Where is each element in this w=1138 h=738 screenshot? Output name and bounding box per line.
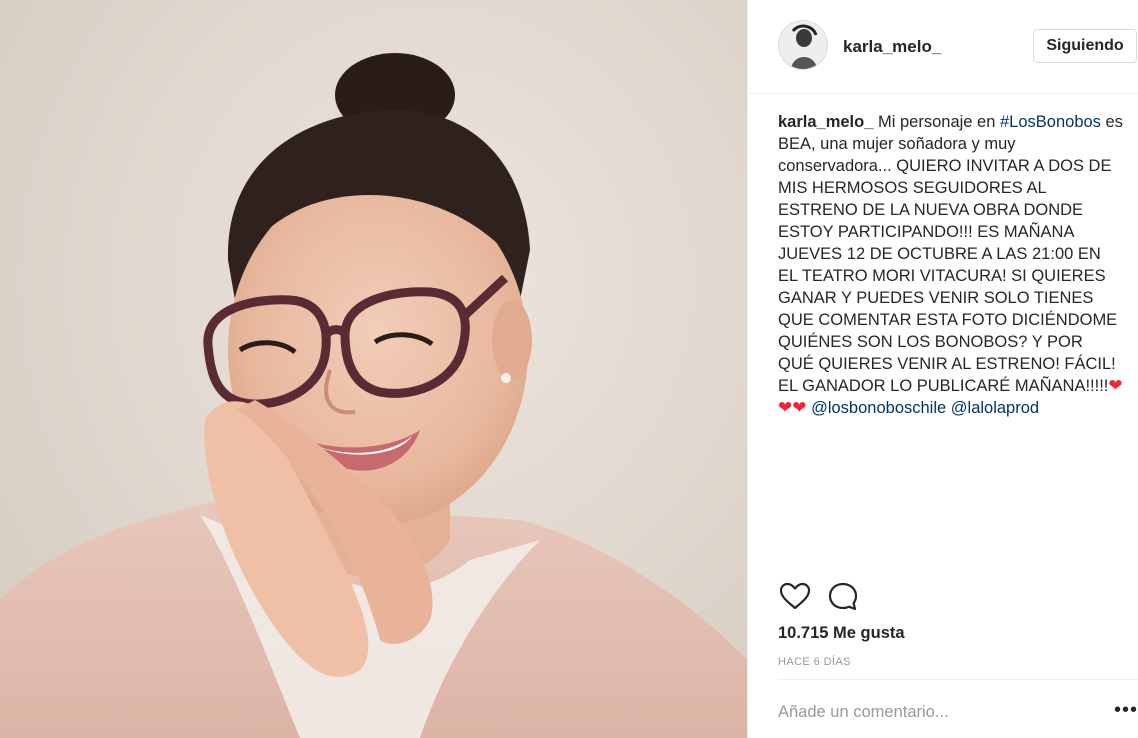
- mention-link[interactable]: @losbonoboschile: [811, 399, 946, 417]
- mention-link[interactable]: @lalolaprod: [951, 399, 1039, 417]
- speech-bubble-icon[interactable]: [826, 580, 860, 614]
- avatar-image: [779, 21, 827, 69]
- portrait-photo-illustration: [0, 53, 747, 738]
- heart-emoji-icon: ❤: [1108, 376, 1123, 395]
- avatar[interactable]: [778, 20, 828, 70]
- caption-username[interactable]: karla_melo_: [778, 113, 873, 131]
- caption-text: es BEA, una mujer soñadora y muy conserv…: [778, 113, 1123, 395]
- comment-bar: •••: [778, 679, 1138, 738]
- post-header: karla_melo_ Siguiendo: [748, 0, 1138, 94]
- following-button[interactable]: Siguiendo: [1033, 29, 1137, 63]
- hashtag-link[interactable]: #LosBonobos: [1000, 113, 1101, 131]
- author-username[interactable]: karla_melo_: [843, 37, 941, 57]
- like-count[interactable]: 10.715 Me gusta: [778, 624, 905, 643]
- heart-outline-icon[interactable]: [778, 580, 812, 614]
- post-caption: karla_melo_ Mi personaje en #LosBonobos …: [778, 111, 1123, 419]
- comment-input[interactable]: [778, 700, 1078, 724]
- post-photo[interactable]: [0, 0, 747, 738]
- caption-text: Mi personaje en: [878, 113, 1000, 131]
- heart-emoji-icon: ❤❤: [778, 398, 807, 417]
- post-timestamp: HACE 6 DÍAS: [778, 656, 851, 668]
- more-options-icon[interactable]: •••: [1114, 700, 1138, 720]
- post-details-panel: karla_melo_ Siguiendo karla_melo_ Mi per…: [747, 0, 1138, 738]
